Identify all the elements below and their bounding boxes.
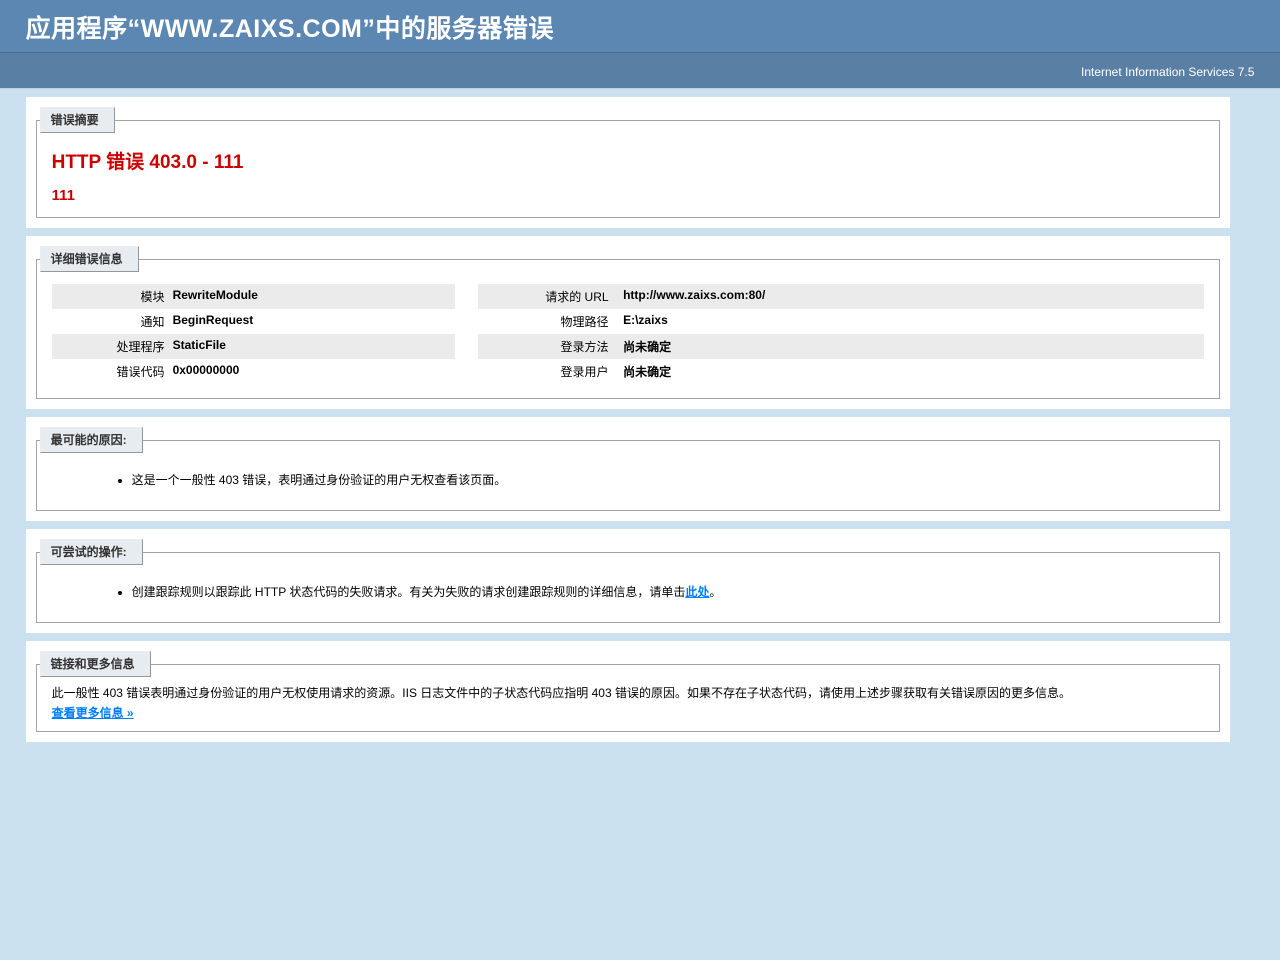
row-value: 尚未确定 [623,334,1204,359]
actions-list: 创建跟踪规则以跟踪此 HTTP 状态代码的失败请求。有关为失败的请求创建跟踪规则… [92,581,1204,602]
header-bar: 应用程序“WWW.ZAIXS.COM”中的服务器错误 [0,0,1280,52]
causes-list: 这是一个一般性 403 错误，表明通过身份验证的用户无权查看该页面。 [92,469,1204,490]
table-row: 登录用户 尚未确定 [478,359,1204,384]
more-info-link-row: 查看更多信息 » [52,704,1204,721]
page-title: 应用程序“WWW.ZAIXS.COM”中的服务器错误 [26,9,1255,45]
server-version-label: Internet Information Services 7.5 [1081,65,1254,79]
causes-legend: 最可能的原因: [40,427,143,453]
table-row: 请求的 URL http://www.zaixs.com:80/ [478,284,1204,309]
actions-legend: 可尝试的操作: [40,539,143,565]
causes-fieldset: 最可能的原因: 这是一个一般性 403 错误，表明通过身份验证的用户无权查看该页… [36,427,1220,511]
row-label: 物理路径 [478,309,623,334]
more-info-legend: 链接和更多信息 [40,651,151,677]
details-right-table: 请求的 URL http://www.zaixs.com:80/ 物理路径 E:… [478,284,1204,384]
table-row: 模块 RewriteModule [52,284,455,309]
action-item: 创建跟踪规则以跟踪此 HTTP 状态代码的失败请求。有关为失败的请求创建跟踪规则… [132,581,1204,602]
actions-section: 可尝试的操作: 创建跟踪规则以跟踪此 HTTP 状态代码的失败请求。有关为失败的… [26,529,1230,633]
details-left-table: 模块 RewriteModule 通知 BeginRequest 处理程序 St… [52,284,455,384]
error-subtitle: 111 [52,187,1204,204]
action-item-text: 创建跟踪规则以跟踪此 HTTP 状态代码的失败请求。有关为失败的请求创建跟踪规则… [132,585,686,599]
more-info-section: 链接和更多信息 此一般性 403 错误表明通过身份验证的用户无权使用请求的资源。… [26,641,1230,742]
content-area: 错误摘要 HTTP 错误 403.0 - 111 111 详细错误信息 模块 R… [26,97,1280,742]
row-value: BeginRequest [173,309,455,334]
error-summary-fieldset: 错误摘要 HTTP 错误 403.0 - 111 111 [36,107,1220,218]
row-value: RewriteModule [173,284,455,309]
row-value: http://www.zaixs.com:80/ [623,284,1204,309]
row-value: 尚未确定 [623,359,1204,384]
row-value: E:\zaixs [623,309,1204,334]
row-value: StaticFile [173,334,455,359]
row-label: 错误代码 [52,359,173,384]
actions-fieldset: 可尝试的操作: 创建跟踪规则以跟踪此 HTTP 状态代码的失败请求。有关为失败的… [36,539,1220,623]
more-info-fieldset: 链接和更多信息 此一般性 403 错误表明通过身份验证的用户无权使用请求的资源。… [36,651,1220,732]
details-section: 详细错误信息 模块 RewriteModule 通知 BeginRequest [26,236,1230,409]
server-version-bar: Internet Information Services 7.5 [0,52,1280,89]
details-table-left: 模块 RewriteModule 通知 BeginRequest 处理程序 St… [52,278,455,388]
table-row: 登录方法 尚未确定 [478,334,1204,359]
table-row: 物理路径 E:\zaixs [478,309,1204,334]
row-value: 0x00000000 [173,359,455,384]
causes-section: 最可能的原因: 这是一个一般性 403 错误，表明通过身份验证的用户无权查看该页… [26,417,1230,521]
details-table-right: 请求的 URL http://www.zaixs.com:80/ 物理路径 E:… [478,278,1204,388]
table-row: 通知 BeginRequest [52,309,455,334]
view-more-info-link[interactable]: 查看更多信息 » [52,706,134,720]
action-item-suffix: 。 [709,585,721,599]
more-info-text: 此一般性 403 错误表明通过身份验证的用户无权使用请求的资源。IIS 日志文件… [52,685,1204,701]
details-legend: 详细错误信息 [40,246,139,272]
error-summary-legend: 错误摘要 [40,107,115,133]
here-link[interactable]: 此处 [685,585,709,599]
error-title: HTTP 错误 403.0 - 111 [52,147,1204,174]
row-label: 登录方法 [478,334,623,359]
row-label: 处理程序 [52,334,173,359]
row-label: 登录用户 [478,359,623,384]
row-label: 模块 [52,284,173,309]
row-label: 请求的 URL [478,284,623,309]
details-fieldset: 详细错误信息 模块 RewriteModule 通知 BeginRequest [36,246,1220,399]
error-summary-section: 错误摘要 HTTP 错误 403.0 - 111 111 [26,97,1230,228]
cause-item: 这是一个一般性 403 错误，表明通过身份验证的用户无权查看该页面。 [132,469,1204,490]
table-row: 处理程序 StaticFile [52,334,455,359]
table-row: 错误代码 0x00000000 [52,359,455,384]
row-label: 通知 [52,309,173,334]
